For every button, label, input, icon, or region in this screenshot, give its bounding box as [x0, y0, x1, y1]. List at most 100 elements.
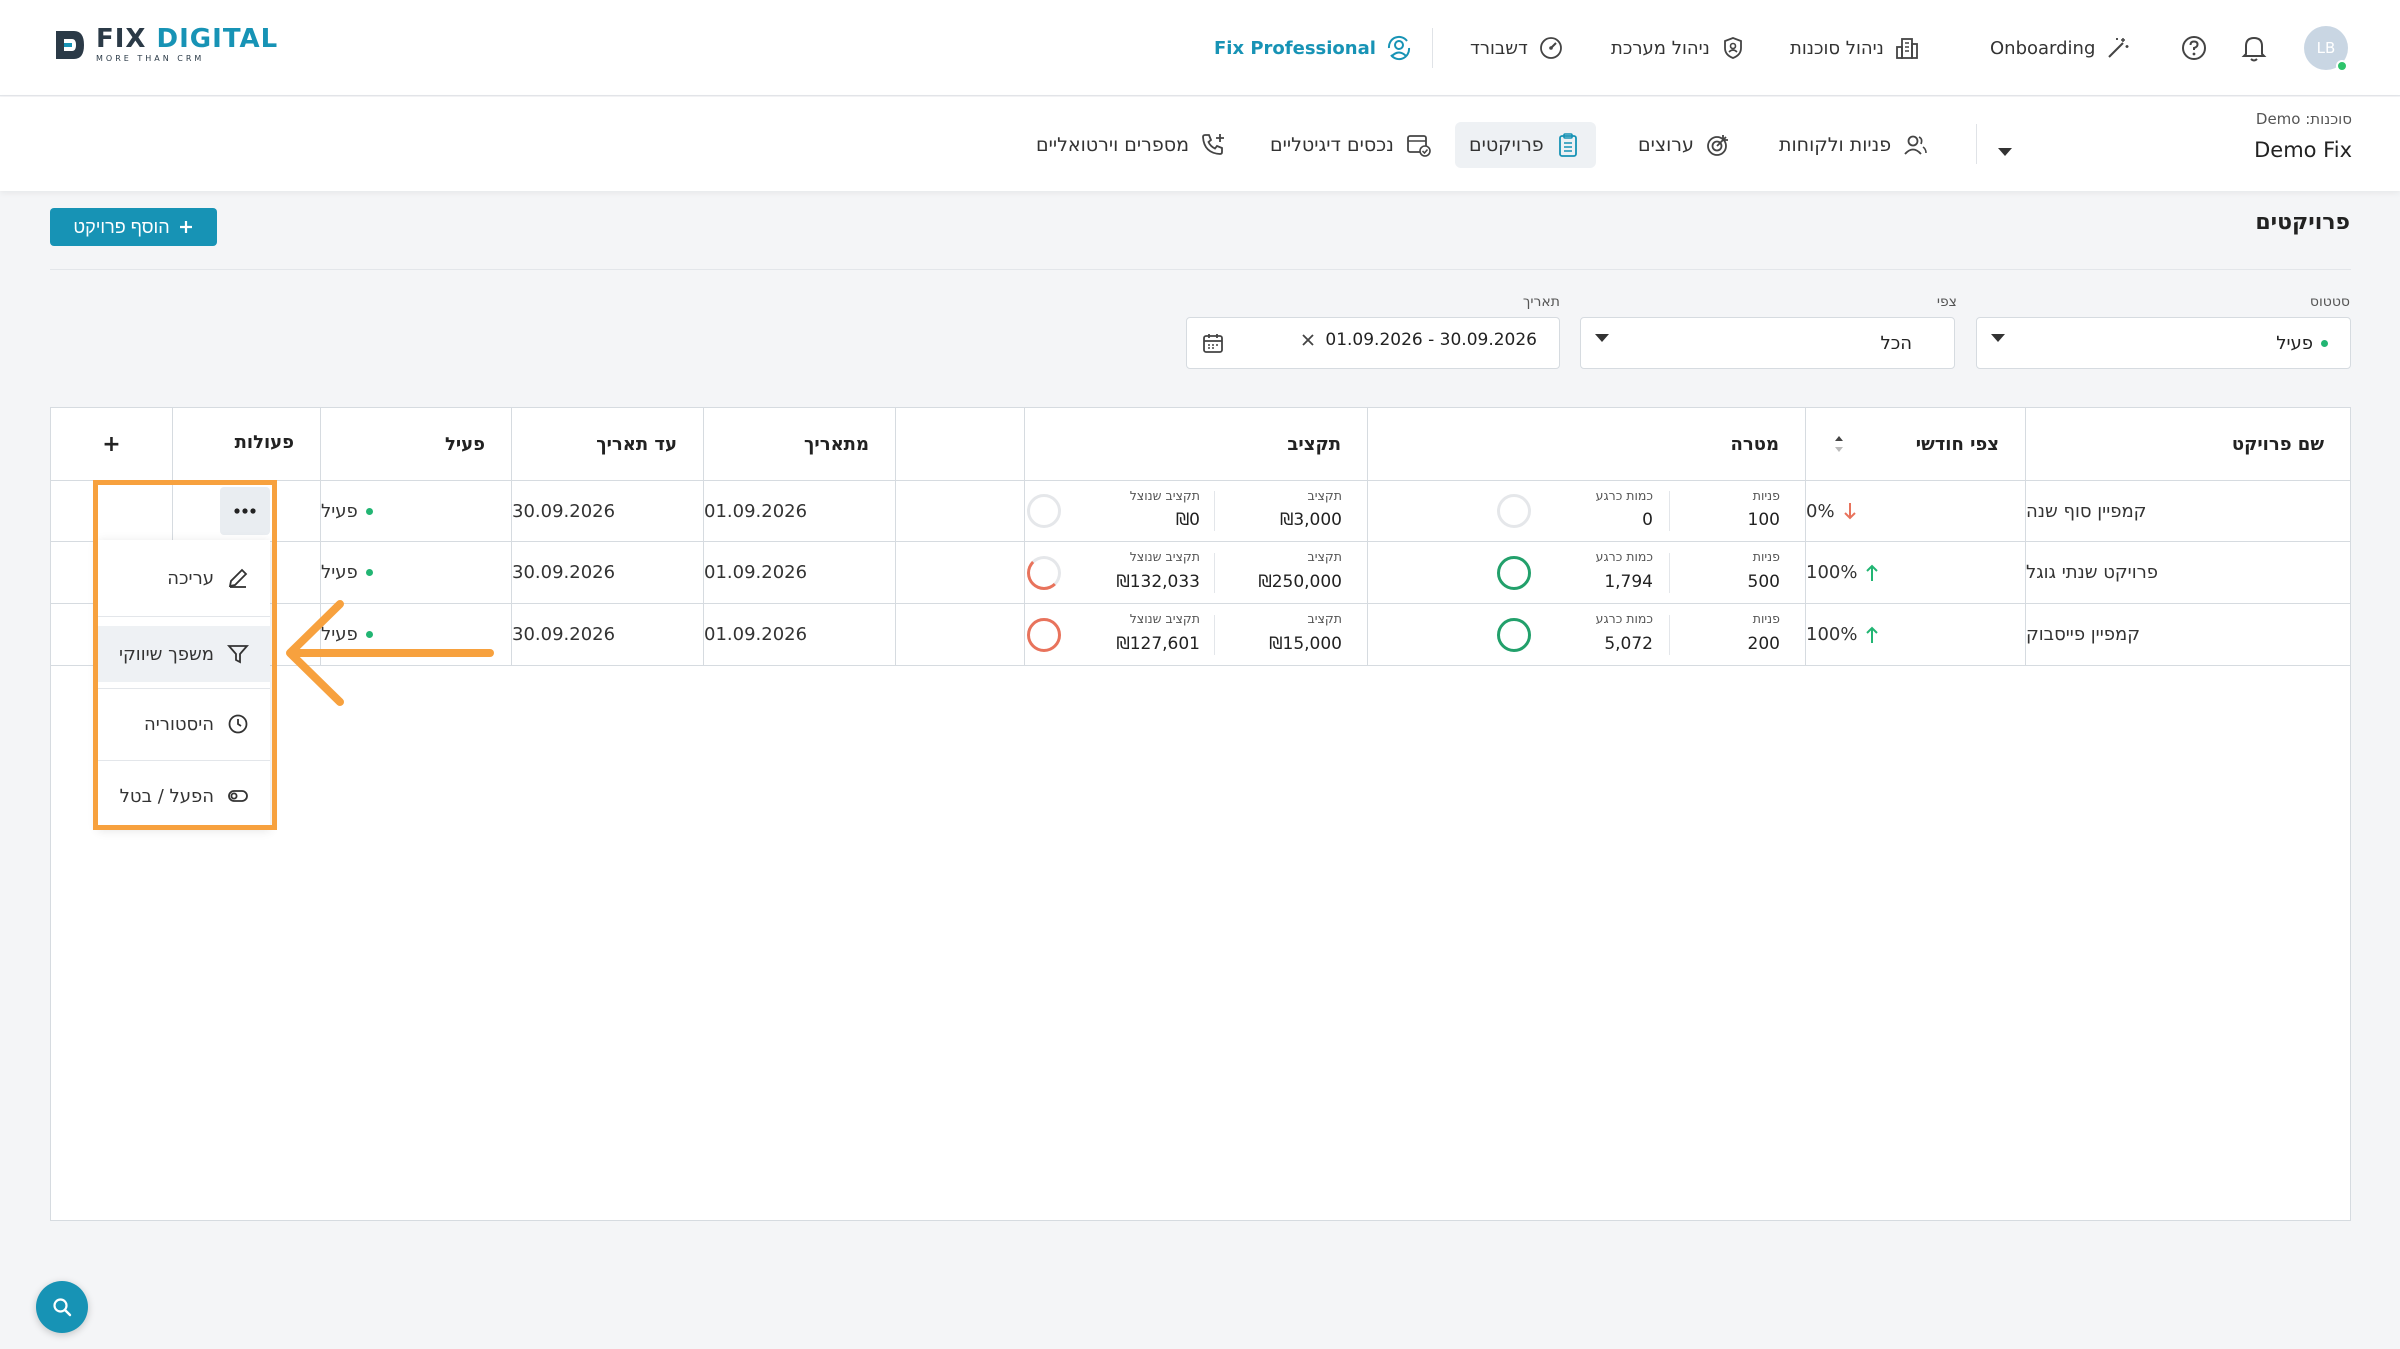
status-filter-value: פעיל [2276, 332, 2313, 354]
date-range-filter[interactable]: 01.09.2026 - 30.09.2026 [1186, 317, 1560, 369]
used-budget-value: ₪127,601 [1116, 634, 1200, 654]
topnav-dashboard-label: דשבורד [1470, 37, 1528, 59]
bell-icon [2241, 36, 2267, 62]
sort-icon[interactable] [1832, 432, 1846, 456]
from-date: 01.09.2026 [704, 624, 808, 645]
current-value: 0 [1642, 510, 1653, 530]
to-date: 30.09.2026 [512, 562, 616, 583]
subnav-virtual-numbers[interactable]: מספרים וירטואליים [1022, 122, 1241, 168]
col-header-actions: פעולות [234, 432, 294, 453]
topnav-system-management[interactable]: ניהול מערכת [1611, 30, 1746, 66]
used-budget-sublabel: תקציב שנוצל [1129, 611, 1200, 626]
to-date: 30.09.2026 [512, 624, 616, 645]
building-icon [1896, 38, 1918, 59]
trend-up-icon [1866, 564, 1879, 581]
help-icon [2182, 36, 2206, 60]
goal-progress-ring [1497, 618, 1531, 652]
topnav-system-management-label: ניהול מערכת [1611, 37, 1710, 59]
budget-progress-ring [1027, 618, 1061, 652]
budget-sublabel: תקציב [1307, 488, 1342, 503]
goal-progress-ring [1497, 556, 1531, 590]
col-header-budget[interactable]: תקציב [896, 408, 1367, 480]
status-filter[interactable]: פעיל [1976, 317, 2351, 369]
floating-search-button[interactable] [36, 1281, 88, 1333]
add-project-label: הוסף פרויקט [73, 216, 170, 237]
budget-value: ₪15,000 [1269, 634, 1342, 654]
date-range-value: 01.09.2026 - 30.09.2026 [1325, 330, 1537, 350]
forecast-value: 0% [1806, 500, 1835, 522]
subnav-leads-customers[interactable]: פניות ולקוחות [1765, 122, 1943, 168]
from-date: 01.09.2026 [704, 500, 808, 522]
topnav-agency-management[interactable]: ניהול סוכנות [1790, 30, 1920, 66]
subnav-digital-assets-label: נכסים דיגיטליים [1270, 134, 1394, 156]
subnav-virtual-numbers-label: מספרים וירטואליים [1036, 134, 1189, 156]
project-name[interactable]: קמפיין סוף שנה [2026, 481, 2326, 541]
subnav-projects[interactable]: פרויקטים [1455, 122, 1596, 168]
brand-tagline: MORE THAN CRM [96, 54, 205, 63]
users-icon [1904, 135, 1927, 155]
status-active-dot [365, 507, 373, 515]
col-header-goal[interactable]: מטרה [1368, 408, 1805, 480]
col-header-from[interactable]: מתאריך [704, 408, 895, 480]
tutorial-arrow-icon [280, 598, 496, 708]
chevron-down-icon [1595, 334, 1609, 342]
browser-check-icon [1406, 135, 1431, 157]
search-icon [53, 1298, 72, 1317]
current-sublabel: כמות כרגע [1595, 549, 1653, 564]
topnav-divider [1432, 28, 1433, 68]
from-date: 01.09.2026 [704, 562, 808, 583]
status-filter-label: סטטוס [2309, 294, 2350, 310]
agency-selector[interactable]: Demo Fix [2254, 138, 2352, 162]
subnav-digital-assets[interactable]: נכסים דיגיטליים [1256, 122, 1446, 168]
fix-professional-link[interactable]: Fix Professional [1214, 30, 1412, 66]
leads-value: 500 [1747, 572, 1780, 592]
forecast-filter-label: צפי [1936, 294, 1957, 310]
page-title: פרויקטים [2255, 210, 2350, 235]
used-budget-value: ₪0 [1175, 510, 1200, 530]
topnav-onboarding[interactable]: Onboarding [1990, 30, 2131, 66]
status-cell: פעיל [321, 542, 486, 603]
subnav-projects-label: פרויקטים [1469, 134, 1544, 156]
status-active-dot [365, 569, 373, 576]
used-budget-sublabel: תקציב שנוצל [1129, 488, 1200, 503]
help-button[interactable] [2180, 34, 2208, 62]
project-name[interactable]: קמפיין פייסבוק [2026, 604, 2326, 665]
clipboard-icon [1558, 133, 1577, 157]
brand-name-b: DIGITAL [156, 24, 279, 54]
trend-down-icon [1843, 503, 1856, 520]
budget-progress-ring [1027, 556, 1061, 590]
current-value: 1,794 [1604, 572, 1653, 592]
subnav-channels-label: ערוצים [1638, 134, 1694, 156]
tutorial-highlight-box [93, 480, 277, 830]
col-header-to[interactable]: עד תאריך [512, 408, 703, 480]
plus-icon [179, 221, 192, 233]
subnav-channels[interactable]: ערוצים [1624, 122, 1746, 168]
agency-divider [1976, 124, 1977, 164]
to-date: 30.09.2026 [512, 500, 616, 522]
forecast-filter[interactable]: הכל [1580, 317, 1955, 369]
add-project-button[interactable]: הוסף פרויקט [50, 208, 217, 246]
status-cell: פעיל [321, 481, 486, 541]
calendar-button[interactable] [1201, 331, 1225, 355]
leads-sublabel: פניות [1752, 611, 1780, 626]
forecast-filter-value: הכל [1880, 332, 1912, 354]
subnav-leads-customers-label: פניות ולקוחות [1779, 134, 1892, 156]
used-budget-value: ₪132,033 [1116, 572, 1200, 592]
topnav-dashboard[interactable]: דשבורד [1470, 30, 1564, 66]
col-header-name[interactable]: שם פרויקט [2026, 408, 2350, 480]
col-header-active[interactable]: פעיל [321, 408, 511, 480]
status-value: פעיל [321, 562, 358, 583]
project-name[interactable]: פרויקט שנתי גוגל [2026, 542, 2326, 603]
logo-icon [56, 30, 84, 59]
budget-sublabel: תקציב [1307, 549, 1342, 564]
phone-plus-icon [1202, 134, 1224, 155]
clear-icon[interactable] [1301, 333, 1315, 347]
agency-dropdown-caret[interactable] [1998, 148, 2012, 156]
notifications-button[interactable] [2240, 33, 2268, 63]
current-value: 5,072 [1604, 634, 1653, 654]
agency-label: סוכנות: Demo [2255, 110, 2352, 128]
brand-logo[interactable]: FIX DIGITAL MORE THAN CRM [52, 26, 278, 63]
leads-sublabel: פניות [1752, 549, 1780, 564]
add-column-button[interactable]: + [51, 408, 172, 480]
leads-value: 100 [1747, 510, 1780, 530]
